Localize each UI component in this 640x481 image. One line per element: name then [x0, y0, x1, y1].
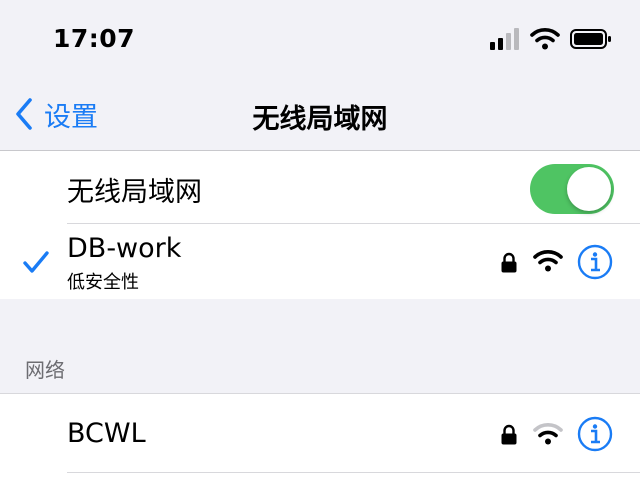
page-title: 无线局域网 — [252, 104, 388, 135]
wifi-status-icon — [530, 28, 560, 50]
wifi-toggle-switch[interactable] — [530, 164, 614, 214]
network-row[interactable]: BCWL — [0, 394, 640, 472]
battery-icon — [570, 29, 611, 49]
connected-network-row[interactable]: DB-work 低安全性 — [0, 224, 640, 299]
status-icons — [490, 28, 612, 50]
toggle-knob — [567, 167, 611, 211]
status-bar: 17:07 — [0, 0, 640, 80]
wifi-toggle-row: 无线局域网 — [0, 151, 640, 223]
section-header-networks: 网络 — [25, 358, 65, 382]
lock-icon — [501, 424, 517, 445]
cellular-signal-icon — [490, 28, 519, 50]
info-icon[interactable] — [577, 416, 613, 452]
connected-network-security: 低安全性 — [67, 272, 139, 293]
connected-network-name: DB-work — [67, 233, 182, 264]
networks-group: BCWL — [0, 393, 640, 481]
network-name: BCWL — [67, 418, 146, 449]
wifi-signal-icon — [533, 250, 563, 272]
lock-icon — [501, 252, 517, 273]
row-divider — [67, 472, 640, 473]
wifi-toggle-label: 无线局域网 — [67, 177, 202, 208]
wifi-settings-group: 无线局域网 DB-work 低安全性 — [0, 151, 640, 299]
status-time: 17:07 — [53, 24, 136, 53]
navigation-bar: 设置 无线局域网 — [0, 80, 640, 151]
wifi-signal-icon — [533, 423, 563, 445]
checkmark-icon — [23, 251, 49, 273]
info-icon[interactable] — [577, 244, 613, 280]
